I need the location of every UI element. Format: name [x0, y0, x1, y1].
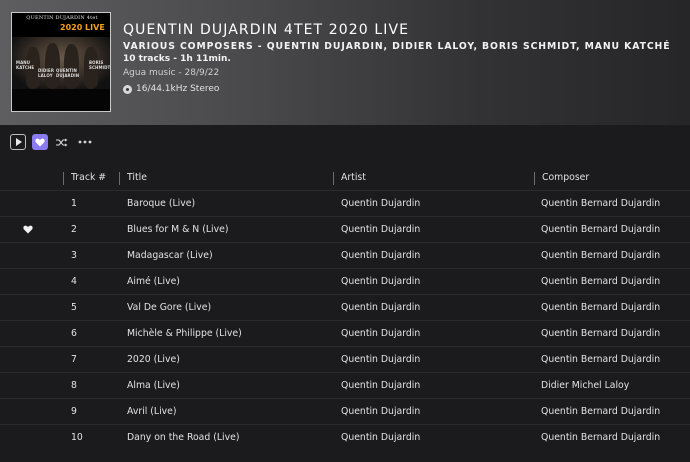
- column-separator[interactable]: [63, 172, 64, 185]
- header-composer[interactable]: Composer: [542, 172, 589, 183]
- track-title: Michèle & Philippe (Live): [127, 328, 242, 339]
- track-artist: Quentin Dujardin: [341, 432, 421, 443]
- track-composer: Quentin Bernard Dujardin: [541, 302, 661, 313]
- table-row[interactable]: 7 2020 (Live) Quentin Dujardin Quentin Bern…: [0, 346, 690, 372]
- cd-icon: [123, 84, 132, 94]
- track-number: 5: [71, 302, 77, 313]
- track-artist: Quentin Dujardin: [341, 380, 421, 391]
- album-toolbar: [10, 134, 100, 150]
- table-row[interactable]: 8 Alma (Live) Quentin Dujardin Didier Miche…: [0, 372, 690, 398]
- track-artist: Quentin Dujardin: [341, 250, 421, 261]
- column-separator[interactable]: [119, 172, 120, 185]
- cover-name: BORIS SCHMIDT: [89, 60, 111, 70]
- track-artist: Quentin Dujardin: [341, 328, 421, 339]
- track-composer: Quentin Bernard Dujardin: [541, 276, 661, 287]
- track-artist: Quentin Dujardin: [341, 406, 421, 417]
- table-row[interactable]: 10 Dany on the Road (Live) Quentin Dujardi…: [0, 424, 690, 450]
- heart-icon: [35, 138, 45, 146]
- table-row[interactable]: 9 Avril (Live) Quentin Dujardin Quentin Ber…: [0, 398, 690, 424]
- header-title[interactable]: Title: [127, 172, 147, 183]
- track-artist: Quentin Dujardin: [341, 198, 421, 209]
- cover-bottom: [12, 89, 110, 111]
- track-title: Val De Gore (Live): [127, 302, 212, 313]
- track-composer: Quentin Bernard Dujardin: [541, 328, 661, 339]
- track-title: Avril (Live): [127, 406, 177, 417]
- header-artist[interactable]: Artist: [341, 172, 366, 183]
- track-artist: Quentin Dujardin: [341, 276, 421, 287]
- track-artist: Quentin Dujardin: [341, 302, 421, 313]
- track-artist: Quentin Dujardin: [341, 354, 421, 365]
- track-number: 9: [71, 406, 77, 417]
- album-title: QUENTIN DUJARDIN 4TET 2020 LIVE: [123, 22, 410, 38]
- track-title: Dany on the Road (Live): [127, 432, 240, 443]
- album-artists[interactable]: VARIOUS COMPOSERS - QUENTIN DUJARDIN, DI…: [123, 41, 670, 52]
- play-icon: [16, 138, 22, 146]
- cover-name: DIDIER LALOY: [38, 68, 55, 78]
- track-list: 1 Baroque (Live) Quentin Dujardin Quentin B…: [0, 190, 690, 450]
- cover-name: MANU KATCHE: [16, 60, 35, 70]
- cover-title: QUENTIN DUJARDIN 4tet: [26, 15, 98, 21]
- track-title: Madagascar (Live): [127, 250, 213, 261]
- cover-name: QUENTIN DUJARDIN: [56, 68, 80, 78]
- track-number: 8: [71, 380, 77, 391]
- favorite-button[interactable]: [32, 134, 48, 150]
- track-table-header: Track # Title Artist Composer: [0, 166, 690, 190]
- track-number: 1: [71, 198, 77, 209]
- play-button[interactable]: [10, 134, 26, 150]
- table-row[interactable]: 5 Val De Gore (Live) Quentin Dujardin Quent…: [0, 294, 690, 320]
- column-separator[interactable]: [333, 172, 334, 185]
- track-composer: Didier Michel Laloy: [541, 380, 630, 391]
- favorite-heart-icon[interactable]: [23, 225, 33, 234]
- track-title: 2020 (Live): [127, 354, 180, 365]
- album-cover[interactable]: QUENTIN DUJARDIN 4tet 2020 LIVE MANU KAT…: [11, 12, 111, 112]
- album-label-date[interactable]: Agua music - 28/9/22: [123, 68, 219, 78]
- more-icon: [78, 140, 92, 144]
- cover-figure: [64, 44, 79, 89]
- track-title: Blues for M & N (Live): [127, 224, 229, 235]
- track-composer: Quentin Bernard Dujardin: [541, 354, 661, 365]
- table-row[interactable]: 3 Madagascar (Live) Quentin Dujardin Quenti…: [0, 242, 690, 268]
- album-track-summary: 10 tracks - 1h 11min.: [123, 54, 231, 64]
- album-quality-text: 16/44.1kHz Stereo: [136, 84, 220, 94]
- track-artist: Quentin Dujardin: [341, 224, 421, 235]
- track-composer: Quentin Bernard Dujardin: [541, 224, 661, 235]
- more-button[interactable]: [76, 134, 94, 150]
- track-number: 2: [71, 224, 77, 235]
- track-number: 3: [71, 250, 77, 261]
- track-number: 6: [71, 328, 77, 339]
- shuffle-icon: [56, 138, 68, 146]
- column-separator[interactable]: [534, 172, 535, 185]
- track-composer: Quentin Bernard Dujardin: [541, 406, 661, 417]
- album-header: QUENTIN DUJARDIN 4tet 2020 LIVE MANU KAT…: [0, 0, 690, 125]
- table-row[interactable]: 1 Baroque (Live) Quentin Dujardin Quentin B…: [0, 190, 690, 216]
- album-quality: 16/44.1kHz Stereo: [123, 84, 219, 94]
- table-row[interactable]: 2 Blues for M & N (Live) Quentin Dujardin Q…: [0, 216, 690, 242]
- track-title: Alma (Live): [127, 380, 180, 391]
- track-composer: Quentin Bernard Dujardin: [541, 432, 661, 443]
- shuffle-button[interactable]: [54, 134, 70, 150]
- track-table: Track # Title Artist Composer 1 Baroque (…: [0, 166, 690, 450]
- track-number: 10: [71, 432, 83, 443]
- track-title: Baroque (Live): [127, 198, 196, 209]
- track-composer: Quentin Bernard Dujardin: [541, 198, 661, 209]
- table-row[interactable]: 4 Aimé (Live) Quentin Dujardin Quentin Bern…: [0, 268, 690, 294]
- cover-year: 2020 LIVE: [60, 23, 105, 32]
- header-track-number[interactable]: Track #: [71, 172, 106, 183]
- track-title: Aimé (Live): [127, 276, 180, 287]
- cover-figure: [45, 43, 60, 89]
- track-composer: Quentin Bernard Dujardin: [541, 250, 661, 261]
- table-row[interactable]: 6 Michèle & Philippe (Live) Quentin Dujard…: [0, 320, 690, 346]
- track-number: 7: [71, 354, 77, 365]
- track-number: 4: [71, 276, 77, 287]
